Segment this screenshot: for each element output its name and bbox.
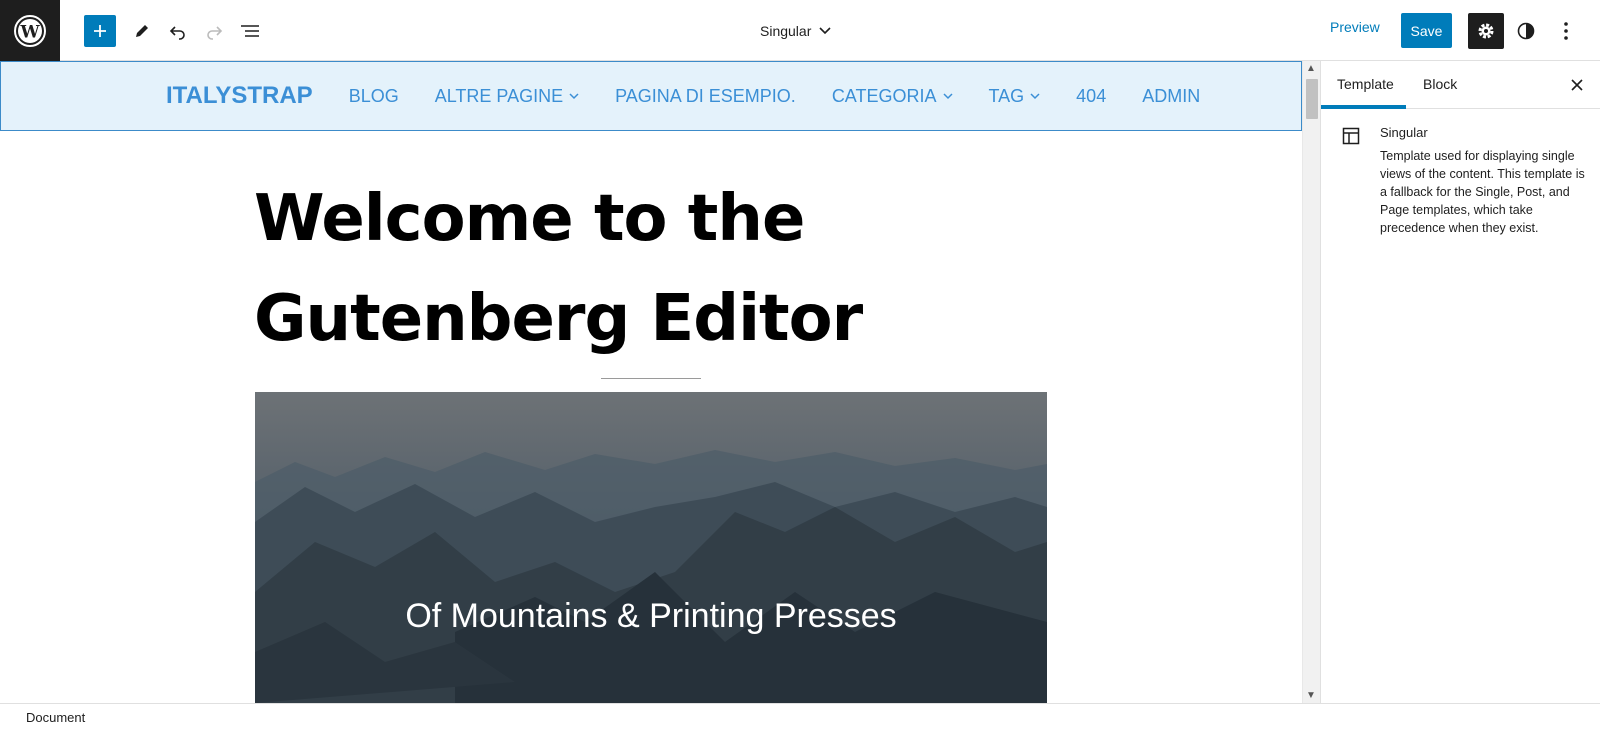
list-view-button[interactable] [234, 15, 266, 47]
settings-button[interactable] [1468, 13, 1504, 49]
editor-header: W Singular Preview Save [0, 0, 1600, 61]
wordpress-logo-button[interactable]: W [0, 0, 60, 61]
more-vertical-icon [1564, 22, 1568, 40]
layout-icon [1341, 126, 1361, 151]
preview-button[interactable]: Preview [1330, 19, 1380, 35]
chevron-down-icon [569, 92, 579, 99]
close-icon [1571, 79, 1583, 91]
nav-item-blog[interactable]: BLOG [349, 86, 399, 107]
scroll-down-icon[interactable]: ▼ [1306, 690, 1316, 701]
list-view-icon [241, 25, 259, 37]
editor-canvas[interactable]: ITALYSTRAP BLOG ALTRE PAGINE PAGINA DI E… [0, 61, 1302, 703]
scroll-up-icon[interactable]: ▲ [1306, 63, 1316, 74]
redo-icon [207, 26, 223, 40]
wordpress-logo-icon: W [14, 14, 46, 47]
mountains-image [255, 450, 1047, 703]
site-title[interactable]: ITALYSTRAP [166, 82, 313, 110]
tab-template[interactable]: Template [1337, 76, 1394, 92]
block-breadcrumb-bar: Document [0, 703, 1600, 729]
site-header-block[interactable]: ITALYSTRAP BLOG ALTRE PAGINE PAGINA DI E… [0, 61, 1302, 131]
heading-line-2: Gutenberg Editor [254, 282, 863, 356]
chevron-down-icon [942, 92, 953, 99]
template-name: Singular [1380, 125, 1428, 140]
settings-sidebar: Template Block Singular Template used fo… [1320, 61, 1600, 703]
nav-item-pagina-di-esempio[interactable]: PAGINA DI ESEMPIO. [615, 86, 796, 107]
tab-block[interactable]: Block [1423, 76, 1457, 92]
undo-button[interactable] [162, 15, 194, 47]
add-block-button[interactable] [84, 15, 116, 47]
post-heading[interactable]: Welcome to the Gutenberg Editor [254, 169, 1054, 369]
cover-title[interactable]: Of Mountains & Printing Presses [255, 597, 1047, 636]
sidebar-tabs: Template Block [1321, 61, 1600, 109]
pencil-icon [136, 25, 148, 37]
save-button[interactable]: Save [1401, 13, 1452, 48]
scroll-thumb[interactable] [1306, 79, 1318, 119]
template-description: Template used for displaying single view… [1380, 149, 1585, 235]
contrast-icon [1517, 22, 1535, 40]
nav-item-admin[interactable]: ADMIN [1142, 86, 1200, 107]
cover-block[interactable]: Of Mountains & Printing Presses [255, 392, 1047, 703]
active-tab-indicator [1321, 105, 1406, 109]
chevron-down-icon [819, 27, 831, 35]
document-title: Singular [760, 23, 812, 39]
nav-item-tag[interactable]: TAG [989, 86, 1041, 107]
styles-button[interactable] [1510, 15, 1542, 47]
gear-icon [1478, 23, 1494, 39]
undo-icon [169, 26, 185, 40]
heading-line-1: Welcome to the [254, 182, 805, 256]
nav-item-404[interactable]: 404 [1076, 86, 1106, 107]
document-title-dropdown[interactable]: Singular [760, 19, 831, 43]
plus-icon [94, 25, 106, 37]
close-sidebar-button[interactable] [1567, 75, 1587, 95]
chevron-down-icon [1030, 92, 1040, 99]
separator-block[interactable] [601, 378, 701, 379]
nav-item-altre-pagine[interactable]: ALTRE PAGINE [435, 86, 579, 107]
options-menu-button[interactable] [1550, 15, 1582, 47]
canvas-scrollbar[interactable]: ▲ ▼ [1302, 61, 1320, 703]
svg-text:W: W [19, 22, 40, 42]
redo-button[interactable] [198, 15, 230, 47]
nav-item-categoria[interactable]: CATEGORIA [832, 86, 953, 107]
breadcrumb-document[interactable]: Document [26, 710, 85, 725]
tools-button[interactable] [126, 15, 158, 47]
